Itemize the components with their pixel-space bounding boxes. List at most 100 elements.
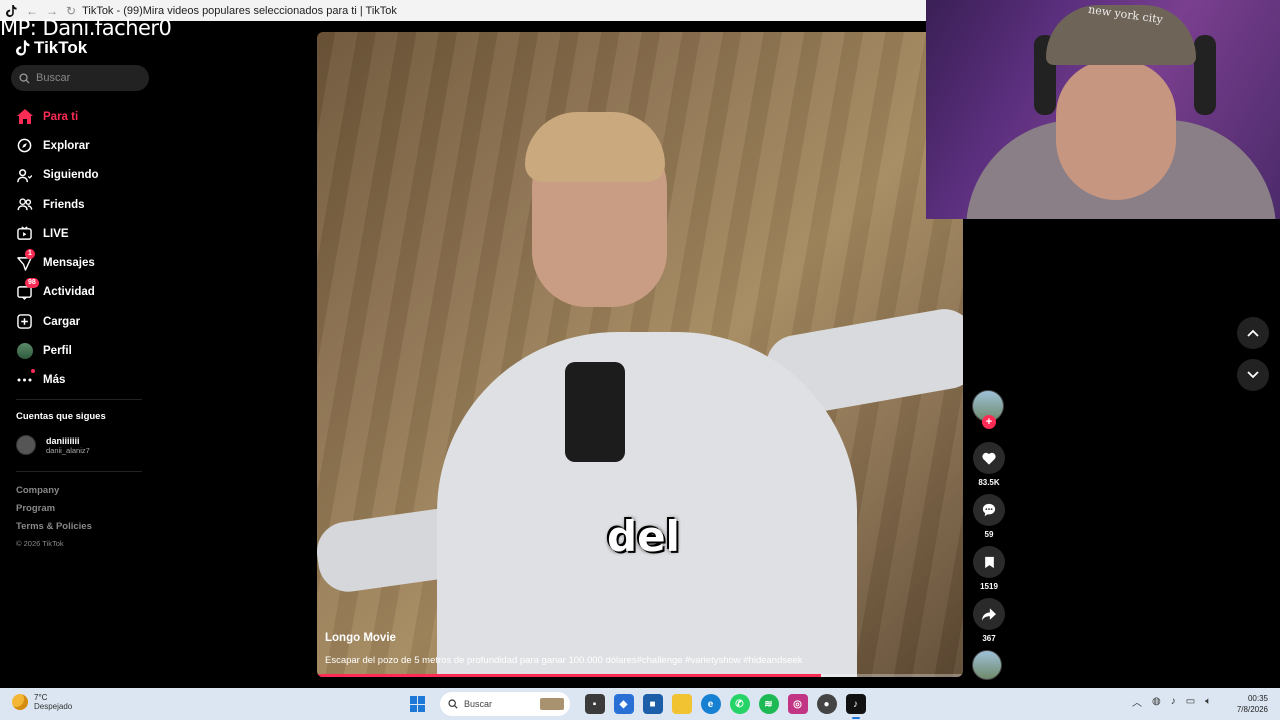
live-icon (16, 225, 33, 242)
whatsapp-icon[interactable]: ✆ (729, 694, 750, 714)
like-action[interactable]: 83.5K (972, 442, 1006, 488)
windows-start-icon[interactable] (410, 696, 426, 712)
share-arrow-icon (982, 607, 996, 621)
save-action[interactable]: 1519 (972, 546, 1006, 592)
messages-badge: 1 (25, 248, 35, 259)
sidebar-item-actividad[interactable]: 98 Actividad (16, 277, 156, 307)
clock-date: 7/8/2026 (1236, 705, 1268, 714)
creator-avatar[interactable]: + (972, 390, 1004, 429)
weather-desc: Despejado (34, 702, 73, 711)
video-player[interactable]: del Longo Movie Escapar del pozo de 5 me… (317, 32, 963, 677)
video-progress-bar[interactable] (317, 674, 963, 677)
sidebar-item-label: Cargar (43, 315, 81, 328)
footer-link-terms[interactable]: Terms & Policies (16, 521, 92, 539)
task-view-icon[interactable]: ▪ (584, 694, 605, 714)
bookmark-icon (984, 556, 994, 568)
sidebar-item-label: Perfil (43, 345, 72, 358)
search-icon (19, 72, 30, 84)
friends-icon (16, 196, 33, 213)
video-figure-hair (525, 112, 665, 182)
footer-link-company[interactable]: Company (16, 485, 92, 503)
system-clock[interactable]: 00:35 7/8/2026 (1236, 693, 1268, 715)
follow-plus-icon[interactable]: + (982, 415, 996, 429)
sidebar-item-explorar[interactable]: Explorar (16, 131, 156, 160)
sound-avatar[interactable] (972, 650, 1002, 680)
comment-button[interactable] (973, 494, 1005, 526)
sidebar-item-label: Más (43, 374, 66, 387)
volume-icon[interactable]: 🔈︎ (1205, 696, 1211, 707)
messages-icon: 1 (16, 248, 35, 272)
taskbar-search[interactable]: Buscar (440, 692, 570, 716)
sidebar-footer: Company Program Terms & Policies © 2026 … (16, 485, 92, 557)
sidebar-item-label: Mensajes (43, 257, 95, 270)
share-action[interactable]: 367 (972, 598, 1006, 644)
comment-icon (982, 503, 996, 517)
save-button[interactable] (973, 546, 1005, 578)
previous-video-button[interactable] (1237, 317, 1269, 349)
activity-badge: 98 (25, 277, 39, 288)
following-section-title: Cuentas que sigues (16, 411, 106, 422)
like-count: 83.5K (978, 478, 1000, 487)
microphone-icon[interactable]: ♪ (1171, 696, 1176, 707)
webcam-face (1056, 60, 1176, 200)
video-author[interactable]: Longo Movie (325, 632, 396, 644)
share-count: 367 (982, 634, 996, 643)
sidebar-item-label: Actividad (43, 286, 95, 299)
like-button[interactable] (973, 442, 1005, 474)
activity-icon: 98 (16, 277, 39, 301)
sidebar-item-siguiendo[interactable]: Siguiendo (16, 161, 156, 190)
sidebar-item-label: LIVE (43, 227, 69, 240)
tray-chevron-icon[interactable]: ︿ (1132, 694, 1142, 709)
network-icon[interactable]: ◍ (1152, 696, 1161, 707)
search-placeholder: Buscar (36, 72, 71, 84)
video-description: Escapar del pozo de 5 metros de profundi… (325, 655, 803, 666)
file-explorer-icon[interactable] (671, 694, 692, 714)
video-actions: + 83.5K 59 1519 367 (972, 390, 1006, 680)
search-highlight-image (540, 698, 564, 710)
following-icon (16, 167, 33, 184)
avatar (16, 435, 36, 455)
profile-avatar-icon (16, 343, 33, 360)
spotify-icon[interactable]: ≋ (758, 694, 779, 714)
webcam-overlay: new york city (926, 0, 1280, 219)
divider (16, 399, 142, 400)
following-account-username: danii_alaniz7 (46, 445, 90, 455)
save-count: 1519 (980, 582, 998, 591)
edge-browser-icon[interactable]: e (700, 694, 721, 714)
share-button[interactable] (973, 598, 1005, 630)
tiktok-app-icon[interactable]: ♪ (845, 694, 866, 719)
search-input[interactable]: Buscar (11, 65, 149, 91)
sidebar-item-mensajes[interactable]: 1 Mensajes (16, 248, 156, 277)
next-video-button[interactable] (1237, 359, 1269, 391)
taskbar-search-placeholder: Buscar (464, 699, 493, 709)
weather-widget[interactable]: 7°C Despejado (12, 693, 72, 711)
comment-action[interactable]: 59 (972, 494, 1006, 540)
sidebar-item-mas[interactable]: Más (16, 366, 156, 395)
obs-app-icon[interactable]: ● (816, 694, 837, 714)
sidebar-item-perfil[interactable]: Perfil (16, 336, 156, 365)
chevron-down-icon (1247, 371, 1259, 379)
following-account-item[interactable]: daniiiiiii danii_alaniz7 (16, 435, 90, 455)
microsoft-store-icon[interactable]: ■ (642, 694, 663, 714)
sidebar-item-live[interactable]: LIVE (16, 219, 156, 248)
sidebar-item-label: Para ti (43, 110, 79, 123)
sidebar-menu: Para ti Explorar Siguiendo Friends LIVE … (16, 102, 156, 395)
windows-taskbar: 7°C Despejado Buscar ▪ ◆ ■ e ✆ ≋ ◎ ● ♪ ︿… (0, 688, 1280, 720)
instagram-icon[interactable]: ◎ (787, 694, 808, 714)
tiktok-logo[interactable]: TikTok (16, 38, 87, 58)
sidebar-item-cargar[interactable]: Cargar (16, 307, 156, 336)
sidebar-item-label: Siguiendo (43, 169, 99, 182)
search-icon (448, 699, 458, 709)
sidebar-item-para-ti[interactable]: Para ti (16, 102, 156, 131)
weather-moon-icon (12, 694, 28, 710)
tiktok-logo-icon (16, 40, 30, 56)
wifi-icon[interactable]: ▭ (1186, 696, 1195, 707)
footer-link-program[interactable]: Program (16, 503, 92, 521)
more-notification-dot (31, 368, 35, 373)
sidebar-item-label: Explorar (43, 139, 90, 152)
logo-text: TikTok (34, 38, 88, 57)
store-app-icon[interactable]: ◆ (613, 694, 634, 714)
weather-temp: 7°C (34, 693, 48, 702)
clock-time: 00:35 (1247, 694, 1268, 703)
sidebar-item-friends[interactable]: Friends (16, 190, 156, 219)
